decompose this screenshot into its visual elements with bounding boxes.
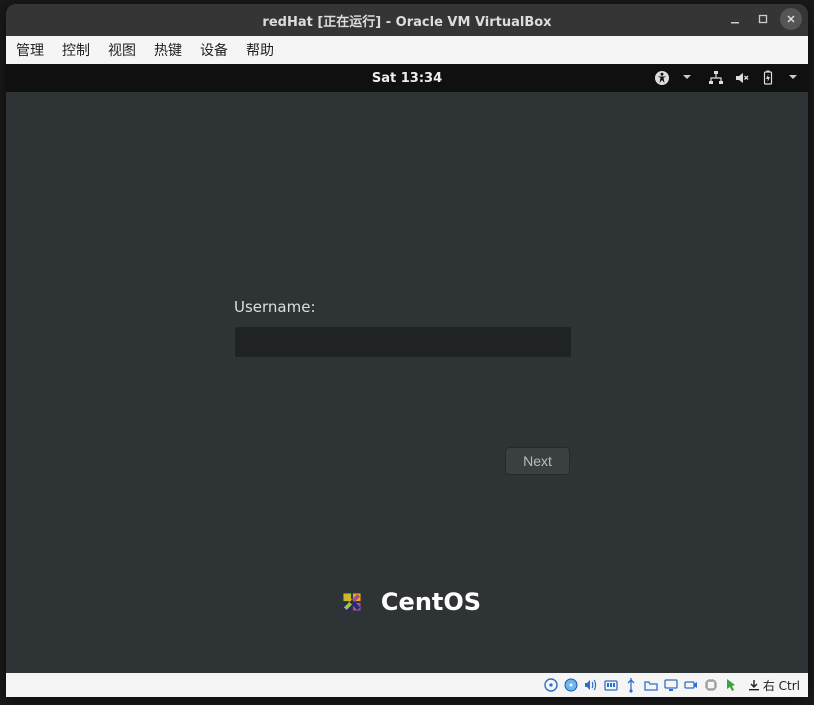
virtualbox-statusbar: 右 Ctrl <box>6 673 808 697</box>
accessibility-menu[interactable] <box>654 70 692 86</box>
maximize-button[interactable] <box>752 8 774 30</box>
minimize-button[interactable] <box>724 8 746 30</box>
distro-name: CentOS <box>381 588 481 616</box>
recording-icon[interactable] <box>683 677 700 694</box>
virtualbox-window: redHat [正在运行] - Oracle VM VirtualBox 管理 … <box>6 4 808 697</box>
battery-icon <box>760 70 776 86</box>
status-menu[interactable] <box>708 70 798 86</box>
distro-brand: CentOS <box>6 583 808 621</box>
chevron-down-icon <box>682 71 692 86</box>
system-tray <box>654 64 798 92</box>
username-label: Username: <box>234 298 574 316</box>
menu-hotkey[interactable]: 热键 <box>154 40 182 60</box>
audio-icon[interactable] <box>583 677 600 694</box>
guest-screen: Sat 13:34 <box>6 64 808 673</box>
menu-view[interactable]: 视图 <box>108 40 136 60</box>
gnome-top-bar: Sat 13:34 <box>6 64 808 92</box>
chevron-down-icon <box>788 71 798 86</box>
shared-folder-icon[interactable] <box>643 677 660 694</box>
host-key-indicator[interactable]: 右 Ctrl <box>747 677 800 694</box>
usb-icon[interactable] <box>623 677 640 694</box>
menu-devices[interactable]: 设备 <box>200 40 228 60</box>
window-controls <box>724 8 802 30</box>
processor-icon[interactable] <box>703 677 720 694</box>
window-titlebar[interactable]: redHat [正在运行] - Oracle VM VirtualBox <box>6 4 808 36</box>
login-form: Username: <box>234 298 574 358</box>
display-icon[interactable] <box>663 677 680 694</box>
network-adapter-icon[interactable] <box>603 677 620 694</box>
clock-label[interactable]: Sat 13:34 <box>372 71 442 86</box>
network-icon <box>708 70 724 86</box>
menu-manage[interactable]: 管理 <box>16 40 44 60</box>
centos-logo-icon <box>333 583 371 621</box>
host-key-label: 右 Ctrl <box>763 677 800 694</box>
virtualbox-menubar: 管理 控制 视图 热键 设备 帮助 <box>6 36 808 64</box>
volume-muted-icon <box>734 70 750 86</box>
menu-help[interactable]: 帮助 <box>246 40 274 60</box>
window-title: redHat [正在运行] - Oracle VM VirtualBox <box>262 11 551 30</box>
optical-icon[interactable] <box>563 677 580 694</box>
accessibility-icon <box>654 70 670 86</box>
close-button[interactable] <box>780 8 802 30</box>
menu-control[interactable]: 控制 <box>62 40 90 60</box>
mouse-integration-icon[interactable] <box>723 677 740 694</box>
harddisk-icon[interactable] <box>543 677 560 694</box>
username-input[interactable] <box>234 326 572 358</box>
next-button[interactable]: Next <box>505 447 570 475</box>
arrow-down-icon <box>747 678 761 692</box>
